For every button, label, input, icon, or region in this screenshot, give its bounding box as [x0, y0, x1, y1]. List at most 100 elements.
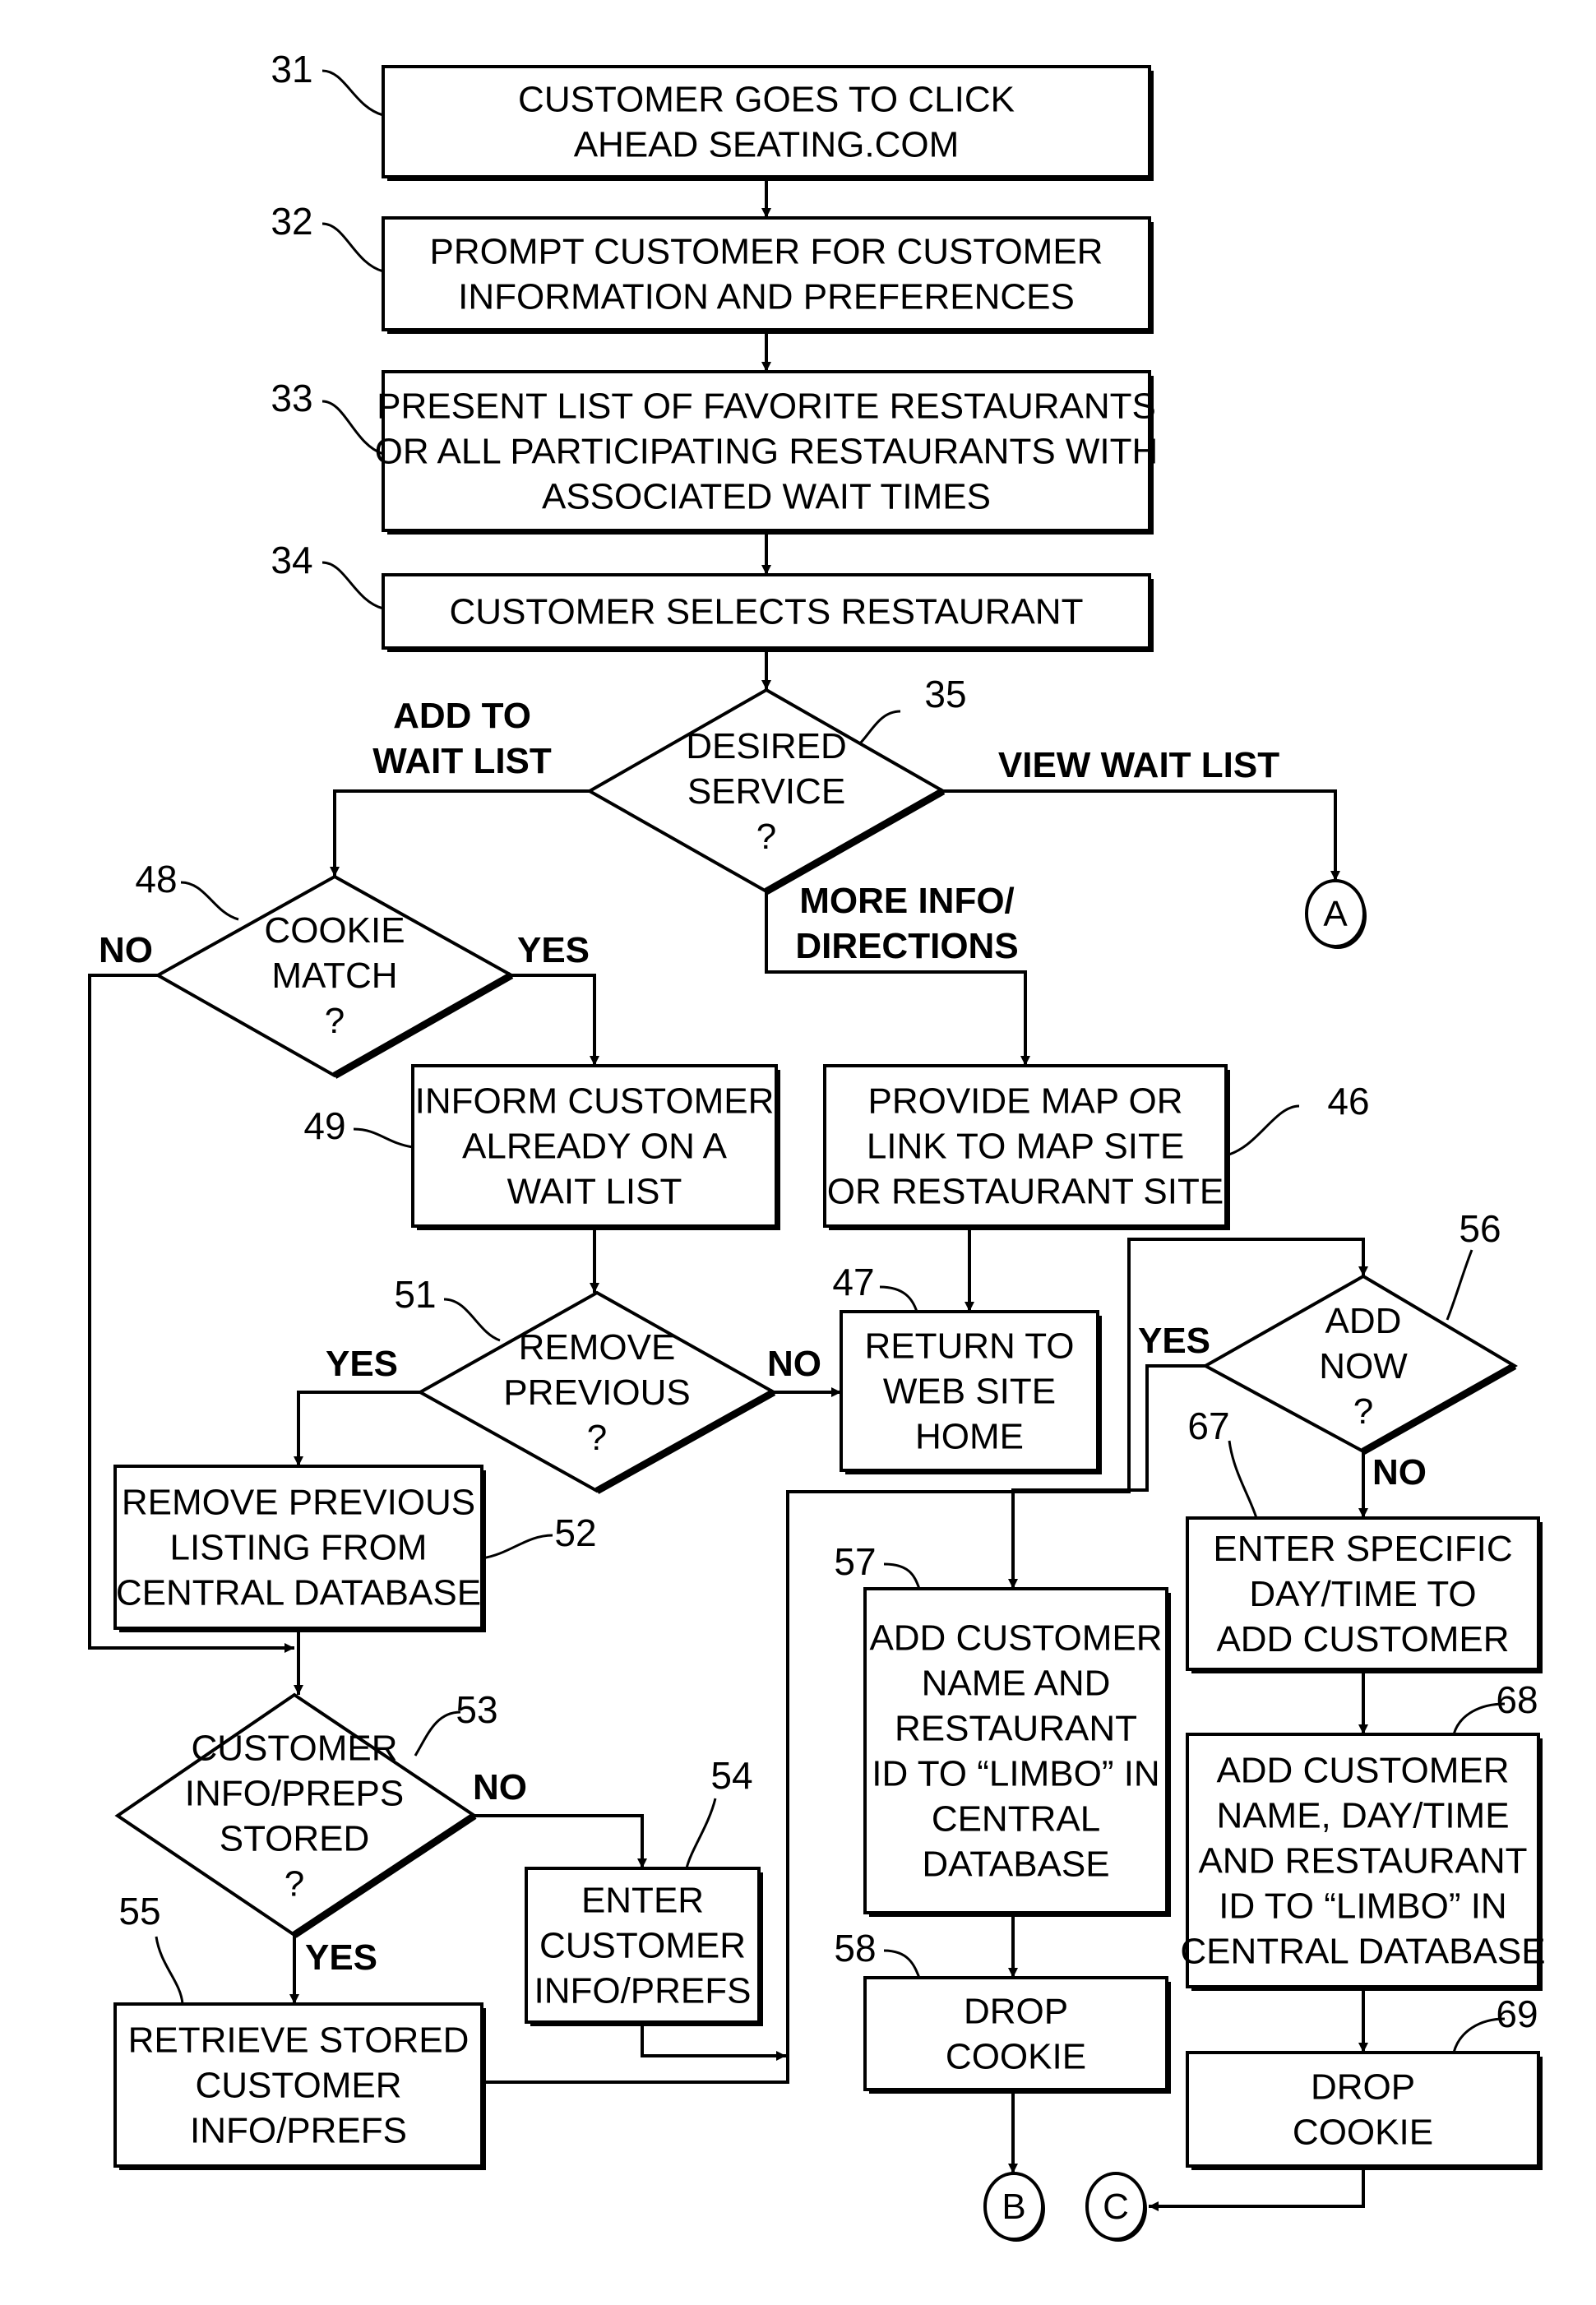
process-text-line: DATABASE	[922, 1844, 1109, 1885]
edge-label-text: ADD TO	[393, 696, 531, 736]
leader-line	[1446, 1249, 1473, 1321]
reference-number-58: 58	[834, 1927, 921, 1979]
process-text-line: NAME, DAY/TIME	[1216, 1796, 1509, 1836]
reference-number: 47	[832, 1261, 874, 1303]
reference-number-31: 31	[271, 48, 384, 117]
reference-number-49: 49	[303, 1104, 414, 1149]
leader-line	[858, 710, 901, 746]
reference-number-54: 54	[685, 1754, 753, 1869]
reference-number: 55	[118, 1890, 160, 1932]
edge-n51-to-n52	[294, 1391, 420, 1466]
process-step-47: RETURN TO WEB SITE HOME	[840, 1310, 1102, 1474]
decision-text-line: MATCH	[271, 956, 397, 996]
leader-line	[180, 881, 239, 921]
process-text-line: PRESENT LIST OF FAVORITE RESTAURANTS	[377, 386, 1156, 427]
reference-number: 34	[271, 539, 312, 581]
process-text-line: COOKIE	[1293, 2113, 1433, 2153]
process-text-line: INFO/PREFS	[190, 2111, 407, 2151]
process-text-line: RESTAURANT	[895, 1709, 1137, 1749]
edge-label-text: NO	[473, 1767, 527, 1807]
edge-label-text: NO	[99, 930, 153, 970]
connector-letter: A	[1323, 894, 1348, 934]
reference-number-33: 33	[271, 377, 384, 456]
reference-number-32: 32	[271, 200, 384, 273]
process-text-line: CENTRAL DATABASE	[116, 1573, 481, 1613]
process-text-line: WAIT LIST	[507, 1172, 682, 1212]
connector-C: C	[1085, 2172, 1147, 2242]
process-step-57: ADD CUSTOMER NAME AND RESTAURANT ID TO “LIM…	[863, 1587, 1171, 1917]
leader-line	[353, 1127, 414, 1149]
process-step-55: RETRIEVE STORED CUSTOMER INFO/PREFS	[113, 2002, 486, 2170]
process-step-58: DROP COOKIE	[863, 1976, 1171, 2094]
connector-A: A	[1305, 879, 1367, 949]
edge-n53-to-n54	[474, 1814, 647, 1868]
process-text-line: ADD CUSTOMER	[869, 1618, 1162, 1659]
edge-label-add-now-no: NO	[1372, 1452, 1427, 1493]
leader-line	[883, 1949, 921, 1979]
process-text-line: ID TO “LIMBO” IN	[872, 1754, 1159, 1794]
process-step-32: PROMPT CUSTOMER FOR CUSTOMER INFORMATION …	[382, 216, 1154, 334]
decision-text-line: SERVICE	[687, 771, 845, 812]
reference-number-35: 35	[858, 673, 967, 746]
reference-number: 51	[394, 1273, 436, 1316]
edge-label-text: WAIT LIST	[372, 741, 552, 781]
leader-line	[443, 1298, 501, 1342]
process-text-line: DAY/TIME TO	[1249, 1574, 1476, 1614]
decision-text-line: CUSTOMER	[192, 1729, 398, 1769]
process-step-31: CUSTOMER GOES TO CLICK AHEAD SEATING.COM	[382, 65, 1154, 181]
decision-text-line: ADD	[1325, 1301, 1402, 1341]
leader-line	[481, 1534, 553, 1560]
edge-n48-to-n49	[511, 974, 599, 1066]
process-step-69: DROP COOKIE	[1186, 2051, 1543, 2170]
decision-text-line: REMOVE	[519, 1327, 676, 1368]
process-text-line: LINK TO MAP SITE	[867, 1127, 1184, 1167]
edge-label-text: DIRECTIONS	[795, 926, 1018, 966]
reference-number-55: 55	[118, 1890, 184, 2005]
process-text-line: NAME AND	[922, 1664, 1111, 1704]
edge-label-text: NO	[767, 1344, 821, 1384]
process-step-49: INFORM CUSTOMER ALREADY ON A WAIT LIST	[411, 1064, 780, 1230]
reference-number-47: 47	[832, 1261, 918, 1312]
edge-label-text: YES	[305, 1937, 377, 1978]
process-text-line: COOKIE	[946, 2037, 1086, 2077]
reference-number: 58	[834, 1927, 876, 1969]
process-text-line: CUSTOMER SELECTS RESTAURANT	[450, 592, 1084, 632]
decision-51: REMOVEPREVIOUS?	[416, 1290, 778, 1494]
decision-text-line: STORED	[220, 1819, 370, 1859]
process-step-52: REMOVE PREVIOUS LISTING FROM CENTRAL DATAB…	[113, 1465, 486, 1632]
process-text-line: ENTER SPECIFIC	[1213, 1529, 1512, 1569]
process-text-line: OR ALL PARTICIPATING RESTAURANTS WITH	[375, 432, 1159, 472]
process-text-line: CUSTOMER	[196, 2066, 402, 2106]
edge-n35-to-A	[943, 789, 1340, 881]
edge-label-view-wait-list: VIEW WAIT LIST	[998, 745, 1279, 785]
process-text-line: REMOVE PREVIOUS	[122, 1483, 475, 1523]
process-text-line: RETRIEVE STORED	[128, 2020, 470, 2061]
edge-label-text: MORE INFO/	[799, 881, 1015, 921]
decision-text-line: ?	[285, 1864, 304, 1905]
process-text-line: ASSOCIATED WAIT TIMES	[542, 477, 991, 517]
process-text-line: ID TO “LIMBO” IN	[1219, 1886, 1506, 1927]
leader-line	[414, 1710, 461, 1757]
nodes-layer: CUSTOMER GOES TO CLICK AHEAD SEATING.COM P…	[113, 65, 1546, 2242]
reference-number-52: 52	[481, 1511, 597, 1560]
decision-56: ADD NOW?	[1201, 1274, 1518, 1455]
edge-n69-to-C	[1149, 2166, 1365, 2211]
decision-35: DESIRED SERVICE?	[585, 687, 947, 895]
process-text-line: ALREADY ON A	[462, 1127, 728, 1167]
decision-text-line: NOW	[1319, 1346, 1408, 1386]
reference-number: 46	[1327, 1080, 1369, 1122]
leader-line	[322, 561, 384, 610]
process-step-68: ADD CUSTOMER NAME, DAY/TIME AND RESTAURANT…	[1180, 1733, 1546, 1991]
reference-number: 57	[834, 1540, 876, 1583]
leader-line	[322, 222, 384, 273]
edge-label-text: YES	[1138, 1321, 1210, 1361]
edge-label-add-to-wait-list: ADD TO WAIT LIST	[372, 696, 552, 781]
process-text-line: INFORMATION AND PREFERENCES	[458, 277, 1075, 317]
process-text-line: INFO/PREFS	[534, 1971, 751, 2011]
reference-number: 67	[1187, 1405, 1229, 1447]
process-text-line: OR RESTAURANT SITE	[827, 1172, 1224, 1212]
edge-label-add-now-yes: YES	[1138, 1321, 1210, 1361]
edge-n35-to-n48	[330, 789, 590, 877]
reference-number-46: 46	[1225, 1080, 1370, 1157]
reference-number: 56	[1459, 1207, 1501, 1250]
